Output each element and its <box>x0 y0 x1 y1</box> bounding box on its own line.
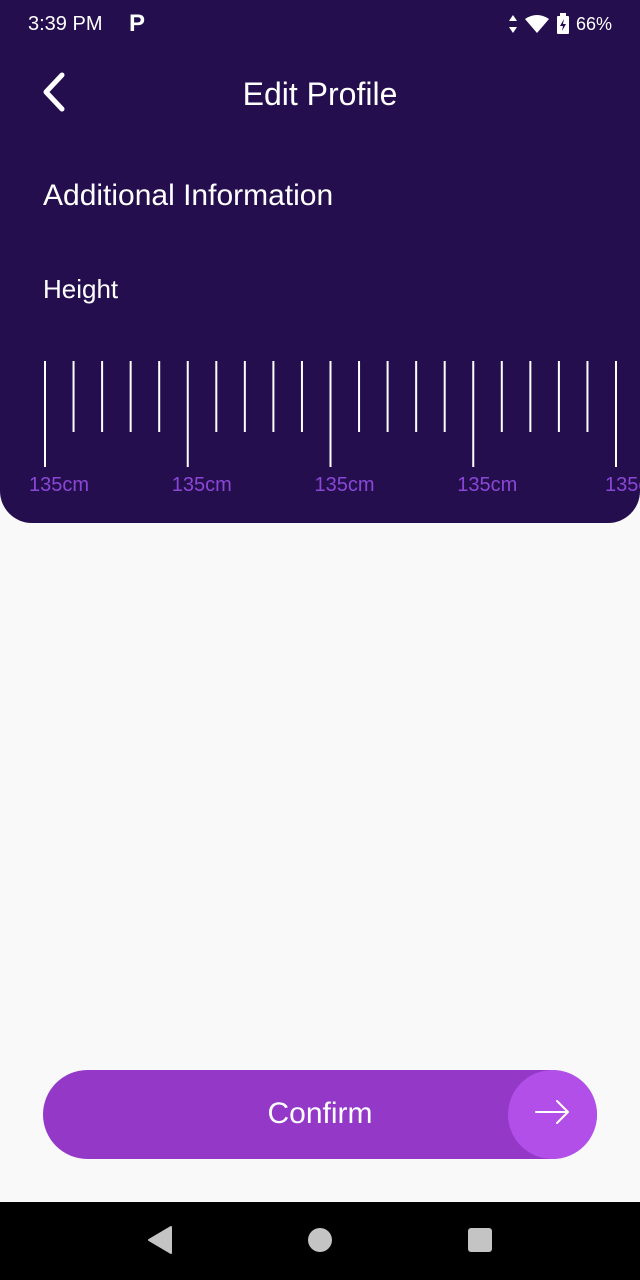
ruler-label: 135cm <box>172 474 232 496</box>
status-icons: 66% <box>508 13 612 35</box>
confirm-arrow-circle[interactable] <box>508 1070 597 1159</box>
page-title: Edit Profile <box>242 76 398 112</box>
system-nav-bar <box>0 1202 640 1280</box>
battery-charging-icon <box>556 13 570 35</box>
ruler-label: 135cm <box>314 474 374 496</box>
wifi-icon <box>524 14 550 34</box>
system-recents-button[interactable] <box>462 1224 498 1260</box>
ruler-label: 135cm <box>457 474 517 496</box>
triangle-back-icon <box>146 1225 174 1260</box>
battery-percent: 66% <box>575 13 612 34</box>
ruler-label: 135cr <box>605 474 640 496</box>
system-home-button[interactable] <box>302 1224 338 1260</box>
ruler-label: 135cm <box>29 474 89 496</box>
parking-app-notification-icon: P <box>129 10 146 37</box>
header-panel: 3:39 PM P 66% Edit Profile Additional In… <box>0 0 640 523</box>
height-ruler[interactable]: 135cm 135cm 135cm 135cm 135cr <box>0 355 640 505</box>
square-recents-icon <box>466 1226 494 1259</box>
data-arrows-icon <box>508 14 518 34</box>
height-label: Height <box>43 274 119 304</box>
system-back-button[interactable] <box>142 1224 178 1260</box>
top-nav: Edit Profile <box>0 62 640 126</box>
circle-home-icon <box>306 1226 334 1259</box>
section-title: Additional Information <box>43 179 334 212</box>
arrow-right-icon <box>533 1097 573 1132</box>
confirm-button[interactable]: Confirm <box>43 1070 597 1159</box>
status-bar: 3:39 PM P 66% <box>0 0 640 50</box>
status-time: 3:39 PM <box>28 13 103 35</box>
